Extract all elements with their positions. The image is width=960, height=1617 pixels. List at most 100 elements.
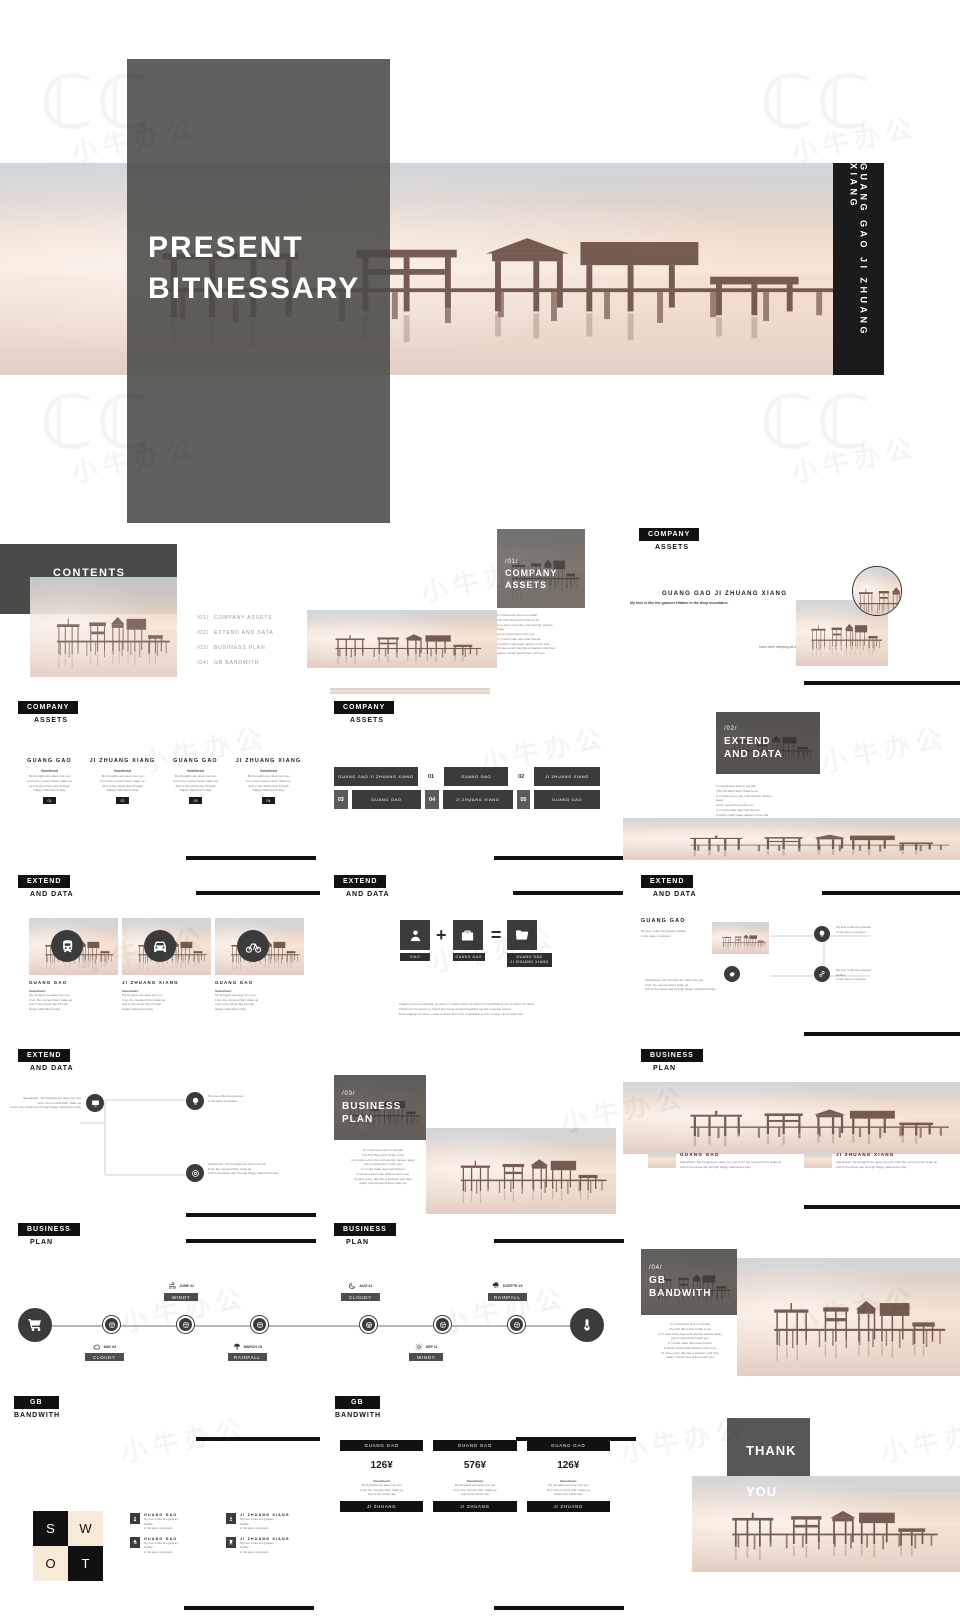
section-01-line1: COMPANY xyxy=(505,568,558,578)
folder-icon xyxy=(507,920,538,950)
business-two-cards: GUANG GAO Sweetheart: My thoughts are de… xyxy=(648,1152,948,1169)
node-note-2: Sweetheart : My thoughts are deep into y… xyxy=(645,978,716,992)
chess-pawn-icon xyxy=(130,1513,140,1524)
timeline-below-3[interactable]: SEP 11 WINDY xyxy=(409,1343,444,1361)
watermark: 小牛办公 xyxy=(788,107,921,170)
face-icon[interactable] xyxy=(103,1316,120,1333)
watermark: ℂℂ xyxy=(760,380,873,466)
divider-rule xyxy=(494,1239,624,1243)
matrix-cell-num: 01 xyxy=(428,773,435,780)
pricing-card[interactable]: GUANG GAO 576¥ Sweetheart My thoughts ar… xyxy=(433,1440,517,1512)
fourcol-tag-group: COMPANY ASSETS xyxy=(18,696,79,724)
business-tag-bottom-r: PLAN xyxy=(653,1065,677,1072)
fourcol-item[interactable]: GUANG GAO Sweetheart My thoughts are dee… xyxy=(14,758,85,805)
fourcol-sub-2: Sweetheart xyxy=(113,769,131,773)
transport-body-2: My thoughts are deep into you From the m… xyxy=(122,993,166,1011)
assets-tag-bottom: ASSETS xyxy=(655,544,690,551)
matrix-cell-label[interactable]: JI ZHUANG XIANG xyxy=(534,767,600,786)
extend-tag-group-r: EXTEND AND DATA xyxy=(641,870,697,898)
equation-label-a: XIAO xyxy=(400,953,430,961)
fourcol-body-3: My thoughts are deep into you From the m… xyxy=(173,774,218,793)
timeline-below-date-2: MARCH 15 xyxy=(243,1345,262,1349)
fourcol-heading-4: JI ZHUANG XIANG xyxy=(235,758,302,764)
swot-detail[interactable]: GUANG GAO My love is like the grasses Hi… xyxy=(130,1513,214,1531)
face-icon[interactable] xyxy=(434,1316,451,1333)
swot-body-3: My love is like the grasses Hidden in th… xyxy=(144,1540,178,1554)
swot-detail[interactable]: JI ZHUANG XIANG My love is like the gras… xyxy=(226,1513,310,1531)
matrix-cell-label[interactable]: GUANG GAO xyxy=(351,790,422,809)
contents-item-3-label: BUSINESS PLAN xyxy=(213,645,266,651)
timeline-above-date-1: JUNE 01 xyxy=(179,1284,194,1288)
assets-tag-group-r: COMPANY ASSETS xyxy=(639,523,735,551)
swot-detail-list: GUANG GAO My love is like the grasses Hi… xyxy=(130,1513,310,1554)
business-card-heading-2: JI ZHUANG XIANG xyxy=(836,1152,895,1157)
extend-tag-top-r: EXTEND xyxy=(641,875,694,888)
business-card[interactable]: GUANG GAO Sweetheart: My thoughts are de… xyxy=(648,1152,792,1169)
matrix-cell-label[interactable]: GUANG GAO JI ZHUANG XIANG xyxy=(334,767,418,786)
transport-card[interactable]: GUANG GAO Sweetheart My thoughts are dee… xyxy=(215,918,304,1012)
pricing-footer-2[interactable]: JI ZHUANG xyxy=(433,1500,517,1512)
pricing-body-2: My thoughts are deep into you From the m… xyxy=(453,1483,497,1497)
fourcol-item[interactable]: GUANG GAO Sweetheart My thoughts are dee… xyxy=(160,758,231,805)
swot-detail[interactable]: GUANG GAO My love is like the grasses Hi… xyxy=(130,1536,214,1555)
fourcol-heading-3: GUANG GAO xyxy=(173,758,218,764)
matrix-photo-strip xyxy=(330,688,490,694)
matrix-cell-label[interactable]: JI ZHUANG XIANG xyxy=(442,790,513,809)
timeline-above-1[interactable]: JUNE 01 WINDY xyxy=(164,1282,199,1301)
transport-card[interactable]: GUANG GAO Sweetheart My thoughts are dee… xyxy=(29,918,118,1012)
transport-caption-3: GUANG GAO xyxy=(215,980,254,985)
timeline-above-2[interactable]: AUG 22 CLOUDY xyxy=(341,1282,380,1301)
fourcol-item[interactable]: JI ZHUANG XIANG Sweetheart My thoughts a… xyxy=(233,758,304,805)
timeline-below-2[interactable]: MARCH 15 RAINFALL xyxy=(228,1343,267,1361)
timeline-below-date-3: SEP 11 xyxy=(425,1345,438,1349)
fourcol-body-1: My thoughts are deep into you From the m… xyxy=(27,774,72,793)
fourcol-badge-2[interactable]: 02 xyxy=(116,797,129,805)
node-note-3: My love is like the grasses Hidden in th… xyxy=(836,968,872,982)
business-tag-bottom-l: PLAN xyxy=(30,1239,54,1246)
timeline-above-3[interactable]: DCEPTE 15 RAINFALL xyxy=(488,1282,527,1301)
bandwith-tag-group-m: GB BANDWITH xyxy=(335,1391,381,1419)
section-02-line2: AND DATA xyxy=(724,749,783,760)
transport-card[interactable]: JI ZHUANG XIANG Sweetheart My thoughts a… xyxy=(122,918,211,1012)
umbrella-icon xyxy=(233,1343,240,1350)
pricing-footer-3[interactable]: JI ZHUANG xyxy=(526,1500,610,1512)
fourcol-item[interactable]: JI ZHUANG XIANG Sweetheart My thoughts a… xyxy=(87,758,158,805)
matrix-tag-top: COMPANY xyxy=(334,701,395,714)
pricing-footer-1[interactable]: JI ZHUANG xyxy=(340,1500,424,1512)
matrix-cell-label[interactable]: GUANG GAO xyxy=(444,767,509,786)
section-04-photo xyxy=(737,1258,960,1376)
watermark: 小牛办公 xyxy=(818,717,951,780)
contents-item-1-label: COMPANY ASSETS xyxy=(213,615,273,621)
fourcol-badge-3[interactable]: 03 xyxy=(189,797,202,805)
face-icon[interactable] xyxy=(251,1316,268,1333)
face-icon[interactable] xyxy=(177,1316,194,1333)
fourcol-badge-4[interactable]: 04 xyxy=(262,797,275,805)
face-icon[interactable] xyxy=(360,1316,377,1333)
swot-detail[interactable]: JI ZHUANG XIANG My love is like the gras… xyxy=(226,1536,310,1555)
swot-cell-w[interactable]: W xyxy=(68,1511,103,1546)
swot-cell-s[interactable]: S xyxy=(33,1511,68,1546)
chess-rook-icon xyxy=(226,1536,236,1548)
extend-tag-group-l: EXTEND AND DATA xyxy=(18,870,74,898)
section-04-line2: BANDWITH xyxy=(649,1288,712,1299)
pricing-cards: GUANG GAO 126¥ Sweetheart My thoughts ar… xyxy=(340,1440,610,1512)
business-card[interactable]: JI ZHUANG XIANG Sweetheart: My thoughts … xyxy=(804,1152,948,1169)
matrix-cell-label[interactable]: GUANG GAO xyxy=(534,790,601,809)
extend-tag-top: EXTEND xyxy=(18,875,71,888)
extend-tag-bottom-r: AND DATA xyxy=(653,891,697,898)
pricing-card[interactable]: GUANG GAO 126¥ Sweetheart My thoughts ar… xyxy=(526,1440,610,1512)
timeline-below-1[interactable]: MAY 04 CLOUDY xyxy=(85,1343,124,1361)
fourcol-badge-1[interactable]: 01 xyxy=(43,797,56,805)
pricing-card[interactable]: GUANG GAO 126¥ Sweetheart My thoughts ar… xyxy=(340,1440,424,1512)
equation-term-c[interactable]: GUANG GAO JI ZHUANG XIANG xyxy=(507,920,552,968)
fourcol-row: GUANG GAO Sweetheart My thoughts are dee… xyxy=(14,758,304,805)
equation-term-b[interactable]: GUANG GAO xyxy=(452,920,485,961)
face-icon[interactable] xyxy=(508,1316,525,1333)
swot-cell-t[interactable]: T xyxy=(68,1546,103,1581)
fourcol-tag-top: COMPANY xyxy=(18,701,79,714)
business-card-heading-1: GUANG GAO xyxy=(680,1152,720,1157)
business-tag-bottom-m: PLAN xyxy=(346,1239,370,1246)
swot-cell-o[interactable]: O xyxy=(33,1546,68,1581)
fourcol-heading-1: GUANG GAO xyxy=(27,758,72,764)
equation-term-a[interactable]: XIAO xyxy=(400,920,430,961)
